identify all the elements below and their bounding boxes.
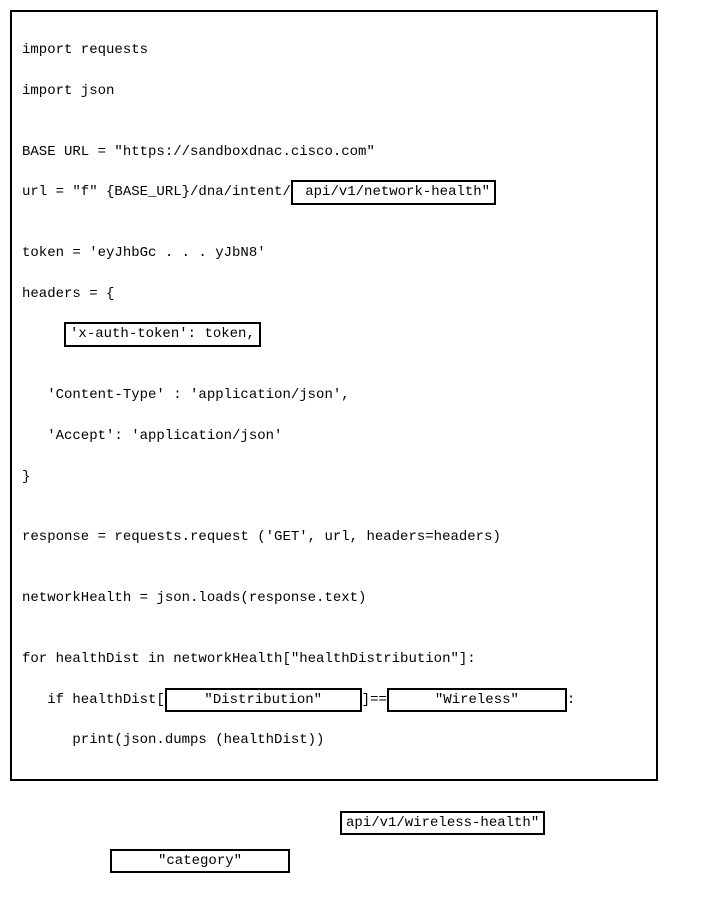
code-line: token = 'eyJhbGc . . . yJbN8' — [22, 243, 646, 263]
option-area: api/v1/wireless-health" "category" — [10, 781, 708, 901]
code-line: 'Content-Type' : 'application/json', — [22, 385, 646, 405]
code-line: import requests — [22, 40, 646, 60]
code-block: import requests import json BASE URL = "… — [10, 10, 658, 781]
answer-box-key: "Distribution" — [165, 688, 362, 712]
option-box-category: "category" — [110, 849, 290, 873]
code-line: headers = { — [22, 284, 646, 304]
code-line: if healthDist[ "Distribution" ]== "Wirel… — [22, 690, 646, 710]
code-line: response = requests.request ('GET', url,… — [22, 527, 646, 547]
option-box-wireless-health: api/v1/wireless-health" — [340, 811, 545, 835]
code-line: 'x-auth-token': token, — [22, 324, 646, 344]
code-line: BASE URL = "https://sandboxdnac.cisco.co… — [22, 142, 646, 162]
code-text: if healthDist[ — [22, 692, 165, 708]
code-text: : — [567, 692, 575, 708]
code-line: import json — [22, 81, 646, 101]
code-line: for healthDist in networkHealth["healthD… — [22, 649, 646, 669]
code-indent — [22, 326, 64, 342]
code-text: ]== — [362, 692, 387, 708]
code-text: url = "f" {BASE_URL}/dna/intent/ — [22, 184, 291, 200]
answer-box-api-path: api/v1/network-health" — [291, 180, 496, 204]
code-line: url = "f" {BASE_URL}/dna/intent/ api/v1/… — [22, 182, 646, 202]
code-line: networkHealth = json.loads(response.text… — [22, 588, 646, 608]
code-line: print(json.dumps (healthDist)) — [22, 730, 646, 750]
code-line: 'Accept': 'application/json' — [22, 426, 646, 446]
answer-box-auth-header: 'x-auth-token': token, — [64, 322, 261, 346]
answer-box-value: "Wireless" — [387, 688, 567, 712]
code-line: } — [22, 467, 646, 487]
